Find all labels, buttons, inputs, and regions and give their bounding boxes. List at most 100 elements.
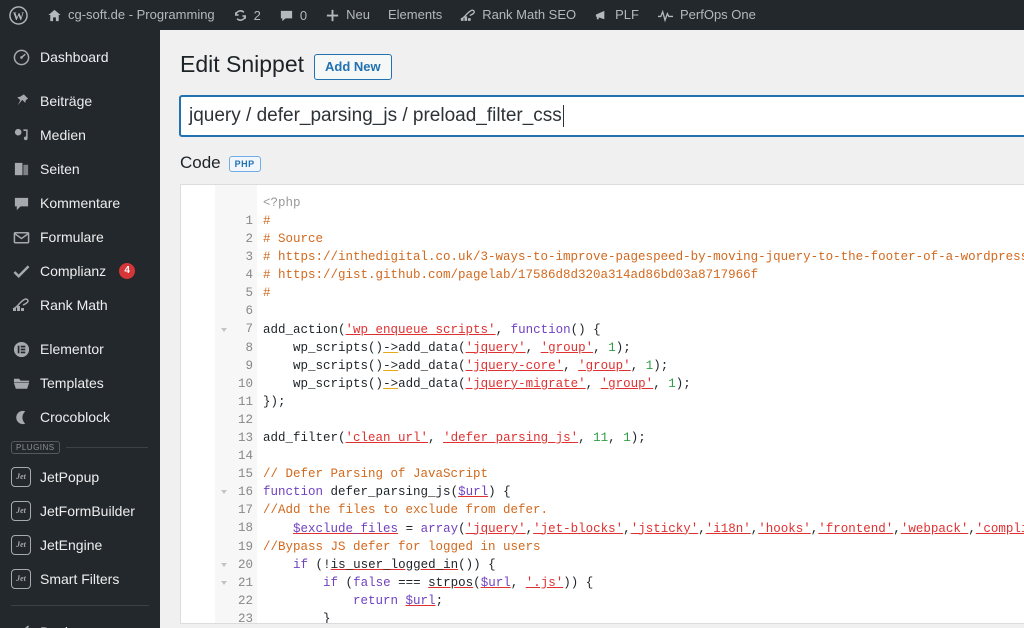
admin-bar: W cg-soft.de - Programming 2 0 Neu Eleme… — [0, 0, 1024, 30]
menu-spacer-2 — [0, 322, 160, 332]
sidebar-item-smart-filters[interactable]: Jet Smart Filters — [0, 562, 160, 596]
code-line: # — [263, 286, 271, 301]
fold-cell-empty — [215, 411, 233, 429]
fold-cell-empty — [215, 357, 233, 375]
sidebar-item-label: Templates — [40, 375, 104, 391]
sidebar-item-label: Smart Filters — [40, 571, 120, 587]
sidebar-item-jetformbuilder[interactable]: Jet JetFormBuilder — [0, 494, 160, 528]
jet-icon: Jet — [11, 467, 31, 487]
sidebar-item-label: Crocoblock — [40, 409, 111, 425]
sidebar-item-label: JetPopup — [40, 469, 100, 485]
menu-spacer-1 — [0, 74, 160, 84]
pulse-icon — [657, 8, 674, 23]
jet-icon: Jet — [11, 569, 31, 589]
line-number: 14 — [237, 449, 253, 464]
fold-cell-empty — [215, 212, 233, 230]
admin-sidebar-menu: Dashboard Beiträge Medien Seiten Komment… — [0, 30, 160, 628]
page-title: Edit Snippet — [180, 51, 305, 77]
sidebar-item-label: Beiträge — [40, 93, 93, 109]
adminbar-item-plf[interactable]: PLF — [585, 0, 648, 30]
line-number: 8 — [245, 340, 253, 355]
code-line: //Bypass JS defer for logged in users — [263, 539, 541, 554]
line-number: 17 — [237, 503, 253, 518]
rankmath-icon — [460, 8, 476, 23]
site-name-label: cg-soft.de - Programming — [68, 7, 215, 22]
code-line: return $url; — [353, 593, 444, 608]
line-number: 18 — [237, 521, 253, 536]
fold-cell-empty — [215, 284, 233, 302]
rankmath-icon — [11, 295, 31, 315]
sidebar-item-label: Rank Math — [40, 297, 108, 313]
line-number: 3 — [245, 250, 253, 265]
line-number: 21 — [237, 575, 253, 590]
line-number: 12 — [237, 412, 253, 427]
plus-icon — [325, 8, 340, 23]
code-line: wp_scripts()->add_data('jquery', 'group'… — [293, 340, 631, 355]
fold-cell-empty — [215, 339, 233, 357]
fold-cell-empty — [215, 538, 233, 556]
media-icon — [11, 125, 31, 145]
new-content-label: Neu — [346, 7, 370, 22]
sidebar-item-beitraege[interactable]: Beiträge — [0, 84, 160, 118]
code-line: # — [263, 213, 271, 228]
sidebar-group-label: PLUGINS — [11, 440, 60, 454]
crocoblock-icon — [11, 407, 31, 427]
separator-line — [65, 446, 148, 448]
fold-cell-empty — [215, 248, 233, 266]
sidebar-item-kommentare[interactable]: Kommentare — [0, 186, 160, 220]
sidebar-item-design[interactable]: Design — [0, 615, 160, 628]
code-editor[interactable]: 1 2 3 4 5 6 7 8 9 10 11 12 13 14 15 16 17 18 19 20 21 22 23 <?… — [180, 183, 1024, 624]
text-cursor — [562, 104, 564, 127]
dashboard-icon — [11, 47, 31, 67]
sidebar-item-formulare[interactable]: Formulare — [0, 220, 160, 254]
site-name-menu[interactable]: cg-soft.de - Programming — [38, 0, 224, 30]
envelope-icon — [11, 227, 31, 247]
comments-menu[interactable]: 0 — [270, 0, 316, 30]
sidebar-item-medien[interactable]: Medien — [0, 118, 160, 152]
status-badge: 4 — [119, 263, 136, 279]
sidebar-item-complianz[interactable]: Complianz 4 — [0, 254, 160, 288]
line-number: 23 — [237, 611, 253, 624]
add-new-button[interactable]: Add New — [314, 53, 392, 80]
wordpress-logo-menu[interactable]: W — [0, 0, 38, 30]
fold-toggle-icon[interactable] — [215, 556, 233, 574]
sidebar-item-templates[interactable]: Templates — [0, 366, 160, 400]
sidebar-item-jetengine[interactable]: Jet JetEngine — [0, 528, 160, 562]
editor-line-numbers: 1 2 3 4 5 6 7 8 9 10 11 12 13 14 15 16 17 18 19 20 21 22 23 — [233, 184, 257, 624]
code-line: add_action('wp_enqueue_scripts', functio… — [263, 322, 601, 337]
sidebar-group-separator-plugins: PLUGINS — [0, 434, 160, 460]
fold-toggle-icon[interactable] — [215, 483, 233, 501]
fold-toggle-icon[interactable] — [215, 320, 233, 338]
fold-cell-empty — [215, 447, 233, 465]
sidebar-item-rank-math[interactable]: Rank Math — [0, 288, 160, 322]
updates-count: 2 — [253, 7, 261, 23]
sidebar-item-jetpopup[interactable]: Jet JetPopup — [0, 460, 160, 494]
code-line: add_filter('clean_url', 'defer_parsing_j… — [263, 431, 646, 446]
jet-icon: Jet — [11, 501, 31, 521]
sidebar-item-dashboard[interactable]: Dashboard — [0, 40, 160, 74]
sidebar-item-label: Seiten — [40, 161, 80, 177]
code-section-header: Code PHP — [160, 136, 1024, 173]
adminbar-item-elements[interactable]: Elements — [379, 0, 451, 30]
adminbar-item-rank-math-seo[interactable]: Rank Math SEO — [451, 0, 585, 30]
sidebar-item-seiten[interactable]: Seiten — [0, 152, 160, 186]
editor-code-content[interactable]: <?php # # Source # https://inthedigital.co.… — [257, 184, 1024, 623]
menu-spacer-top — [0, 30, 160, 40]
updates-menu[interactable]: 2 — [224, 0, 270, 30]
sidebar-item-label: Design — [40, 615, 84, 628]
svg-text:W: W — [13, 10, 25, 22]
editor-fold-column[interactable] — [215, 184, 233, 623]
line-number: 15 — [237, 467, 253, 482]
fold-toggle-icon[interactable] — [215, 574, 233, 592]
line-number: 19 — [237, 539, 253, 554]
snippet-title-input[interactable]: jquery / defer_parsing_js / preload_filt… — [180, 95, 1024, 136]
pages-icon — [11, 159, 31, 179]
adminbar-item-perfops-one[interactable]: PerfOps One — [648, 0, 765, 30]
sidebar-item-elementor[interactable]: Elementor — [0, 332, 160, 366]
new-content-menu[interactable]: Neu — [316, 0, 379, 30]
fold-cell-empty — [215, 393, 233, 411]
sidebar-item-crocoblock[interactable]: Crocoblock — [0, 400, 160, 434]
